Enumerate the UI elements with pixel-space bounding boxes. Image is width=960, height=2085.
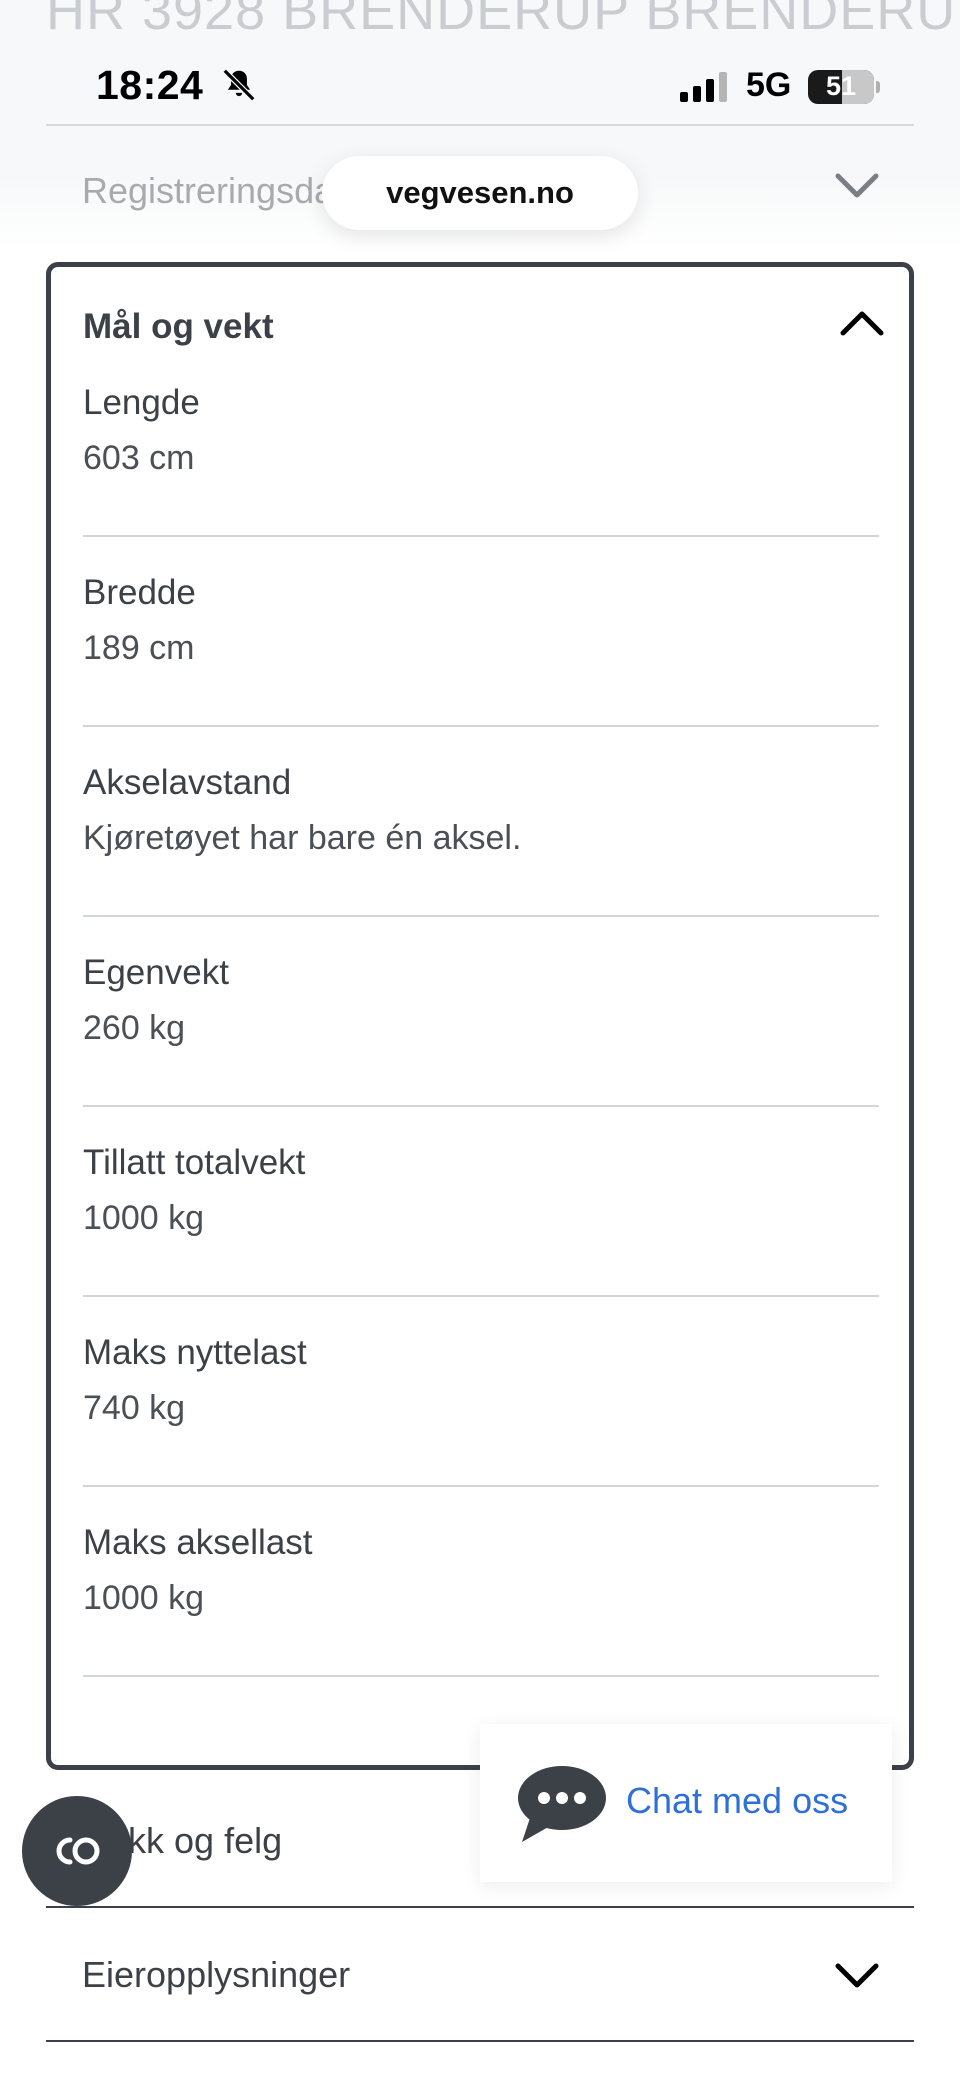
spec-item-width: Bredde 189 cm (83, 537, 879, 727)
spec-label: Maks aksellast (83, 1523, 313, 1562)
vehicle-title: HR 3928 BRENDERUP BRENDERUP (46, 0, 960, 41)
battery-level: 51 (825, 71, 857, 101)
section-owner[interactable]: Eieropplysninger (46, 1908, 914, 2042)
url-bar[interactable]: vegvesen.no (322, 156, 638, 230)
chat-widget[interactable]: Chat med oss (480, 1724, 892, 1882)
section-owner-label: Eieropplysninger (82, 1954, 351, 1995)
co-icon (56, 1837, 100, 1865)
section-dimensions-panel: Mål og vekt Lengde 603 cm Bredde 189 cm … (46, 262, 914, 1770)
divider (46, 124, 914, 126)
spec-value: 189 cm (83, 629, 195, 667)
bell-slash-icon (222, 68, 256, 102)
spec-value: Kjøretøyet har bare én aksel. (83, 819, 522, 857)
spec-item-length: Lengde 603 cm (83, 347, 879, 537)
spec-item-axle-load: Maks aksellast 1000 kg (83, 1487, 879, 1677)
spec-item-curb-weight: Egenvekt 260 kg (83, 917, 879, 1107)
chevron-up-icon[interactable] (837, 307, 887, 339)
spec-value: 740 kg (83, 1389, 186, 1427)
spec-item-payload: Maks nyttelast 740 kg (83, 1297, 879, 1487)
spec-label: Egenvekt (83, 953, 229, 992)
network-label: 5G (746, 66, 792, 104)
spec-label: Tillatt totalvekt (83, 1143, 306, 1182)
signal-icon (680, 72, 727, 102)
spec-label: Lengde (83, 383, 200, 422)
spec-label: Bredde (83, 573, 196, 612)
chat-label[interactable]: Chat med oss (626, 1780, 848, 1822)
spec-value: 1000 kg (83, 1199, 204, 1237)
chevron-down-icon (835, 173, 879, 198)
status-time: 18:24 (96, 62, 204, 108)
battery-icon: 51 (808, 70, 880, 104)
status-bar: 18:24 5G 51 (0, 58, 960, 118)
spec-item-wheelbase: Akselavstand Kjøretøyet har bare én akse… (83, 727, 879, 917)
section-dimensions-title[interactable]: Mål og vekt (83, 307, 274, 347)
spec-label: Akselavstand (83, 763, 292, 802)
spec-value: 603 cm (83, 439, 195, 477)
bottom-spacer (0, 2050, 960, 2085)
chat-bubble-icon (518, 1766, 606, 1842)
spec-value: 1000 kg (83, 1579, 204, 1617)
spec-value: 260 kg (83, 1009, 186, 1047)
spec-item-total-weight: Tillatt totalvekt 1000 kg (83, 1107, 879, 1297)
chevron-down-icon (835, 1963, 879, 1988)
spec-label: Maks nyttelast (83, 1333, 307, 1372)
co-floating-button[interactable] (22, 1796, 132, 1906)
